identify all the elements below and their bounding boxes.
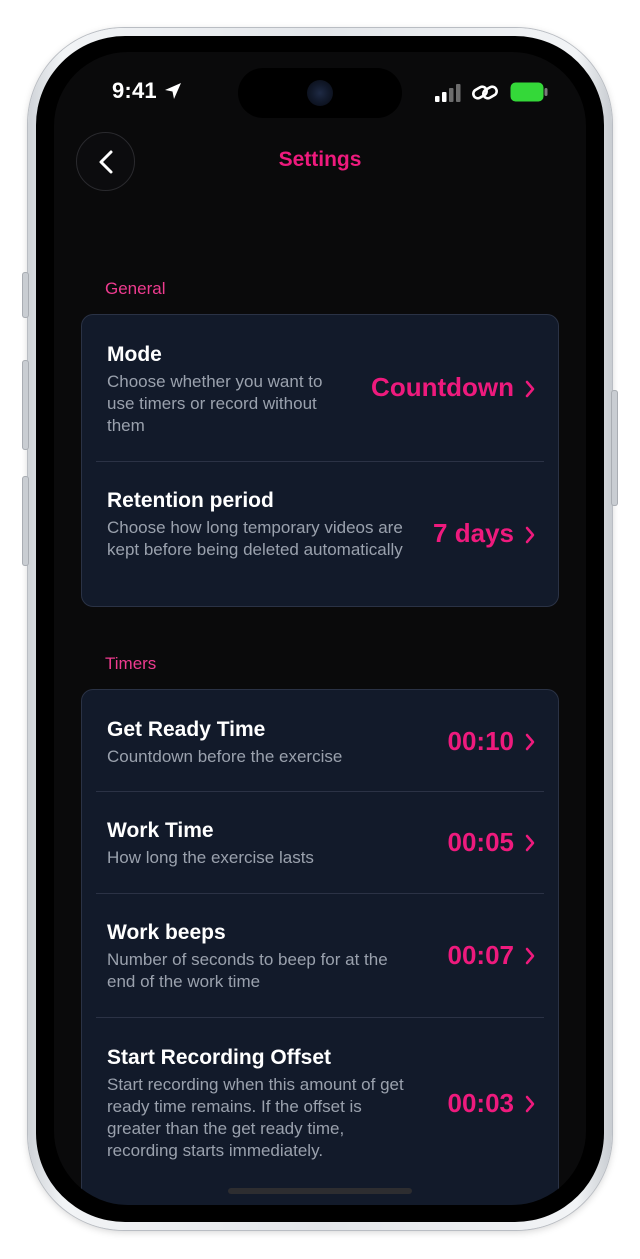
row-description: Countdown before the exercise	[107, 747, 343, 766]
location-arrow-icon	[165, 83, 181, 99]
row-description: How long the exercise lasts	[107, 848, 314, 867]
chevron-right-icon	[525, 834, 535, 852]
settings-row-work-time[interactable]: Work Time How long the exercise lasts 00…	[82, 792, 558, 893]
row-title: Work Time	[107, 819, 214, 842]
chevron-right-icon	[525, 1095, 535, 1113]
link-icon	[472, 85, 498, 100]
row-title: Mode	[107, 343, 162, 366]
section-label-general: General	[105, 279, 166, 298]
settings-card-timers: Get Ready Time Countdown before the exer…	[81, 689, 559, 1205]
navigation-bar: Settings	[54, 132, 586, 212]
chevron-right-icon	[525, 733, 535, 751]
row-title: Get Ready Time	[107, 718, 266, 741]
row-value: 00:07	[447, 940, 515, 970]
front-camera	[307, 80, 333, 106]
row-value: 00:03	[447, 1088, 515, 1118]
row-description: Number of seconds to beep for at the end…	[107, 950, 388, 991]
row-title: Retention period	[107, 489, 274, 512]
chevron-right-icon	[525, 526, 535, 544]
row-value: 7 days	[433, 518, 514, 548]
row-description: Choose whether you want to use timers or…	[107, 372, 323, 435]
settings-row-get-ready-time[interactable]: Get Ready Time Countdown before the exer…	[82, 690, 558, 791]
home-indicator[interactable]	[228, 1188, 412, 1194]
row-description: Choose how long temporary videos are kep…	[107, 518, 403, 559]
action-button	[22, 272, 29, 318]
volume-down-button	[22, 476, 29, 566]
signal-icon	[435, 84, 461, 102]
status-time: 9:41	[112, 78, 157, 103]
chevron-right-icon	[525, 947, 535, 965]
page-title: Settings	[278, 148, 362, 171]
row-value: 00:05	[447, 827, 515, 857]
row-value: Countdown	[371, 372, 514, 402]
settings-card-general: Mode Choose whether you want to use time…	[81, 314, 559, 607]
section-label-timers: Timers	[105, 654, 157, 673]
chevron-right-icon	[525, 380, 535, 398]
settings-row-start-recording-offset[interactable]: Start Recording Offset Start recording w…	[82, 1018, 558, 1205]
row-title: Work beeps	[107, 921, 226, 944]
dynamic-island	[238, 68, 402, 118]
settings-row-work-beeps[interactable]: Work beeps Number of seconds to beep for…	[82, 894, 558, 1017]
settings-row-mode[interactable]: Mode Choose whether you want to use time…	[82, 315, 558, 461]
power-button	[611, 390, 618, 506]
row-description: Start recording when this amount of get …	[107, 1075, 404, 1160]
status-bar: 9:41	[54, 52, 586, 132]
settings-row-retention-period[interactable]: Retention period Choose how long tempora…	[82, 462, 558, 606]
battery-icon	[510, 82, 548, 102]
row-title: Start Recording Offset	[107, 1046, 332, 1069]
volume-up-button	[22, 360, 29, 450]
row-value: 00:10	[447, 726, 515, 756]
screen: 9:41 Settings General Mode Choose whethe…	[54, 52, 586, 1205]
